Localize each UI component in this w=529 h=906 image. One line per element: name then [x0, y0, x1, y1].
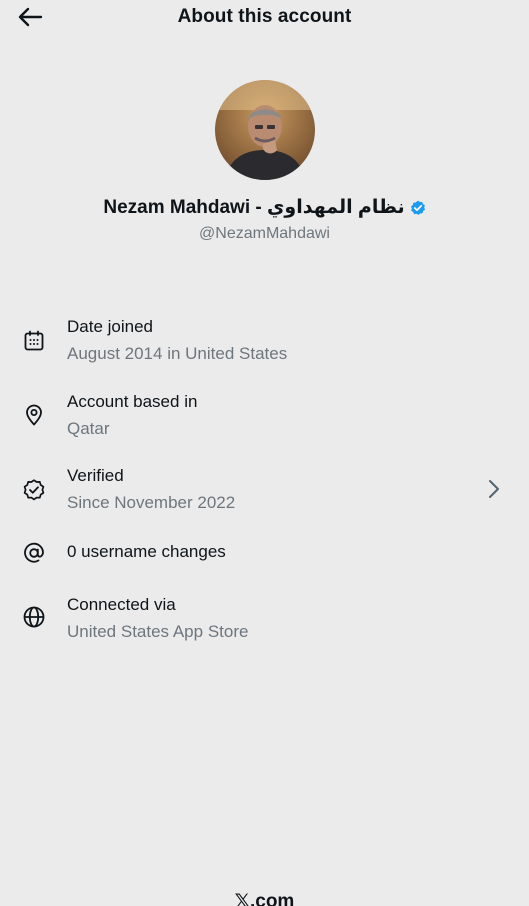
footer-brand: 𝕏.com — [234, 891, 295, 906]
info-row-account-based-in: Account based in Qatar — [0, 389, 529, 449]
location-pin-icon — [21, 402, 47, 428]
profile-avatar — [215, 80, 315, 180]
profile-name-row: Nezam Mahdawi - نظام المهداوي — [0, 196, 529, 219]
info-row-date-joined: Date joined August 2014 in United States — [0, 314, 529, 374]
verified-value: Since November 2022 — [67, 493, 236, 512]
info-row-verified[interactable]: Verified Since November 2022 — [0, 463, 529, 523]
page-title: About this account — [177, 6, 352, 27]
calendar-icon — [21, 328, 47, 354]
connected-via-value: United States App Store — [67, 622, 249, 641]
about-account-page: About this account Nezam Mahdawi - نظام … — [0, 0, 529, 906]
account-based-in-label: Account based in — [67, 392, 198, 411]
verified-badge-icon — [410, 200, 426, 216]
verified-label: Verified — [67, 466, 124, 485]
verified-check-icon — [21, 477, 47, 503]
info-row-connected-via: Connected via United States App Store — [0, 592, 529, 652]
connected-via-label: Connected via — [67, 595, 176, 614]
date-joined-value: August 2014 in United States — [67, 344, 288, 363]
info-row-username-changes: 0 username changes — [0, 539, 529, 599]
top-bar: About this account — [0, 0, 529, 36]
account-based-in-value: Qatar — [67, 419, 110, 438]
chevron-right-icon — [489, 480, 499, 498]
date-joined-label: Date joined — [67, 317, 154, 336]
at-sign-icon — [21, 540, 47, 566]
username-changes-label: 0 username changes — [67, 542, 226, 561]
globe-icon — [21, 604, 47, 630]
profile-handle: @NezamMahdawi — [199, 225, 330, 242]
profile-name: Nezam Mahdawi - نظام المهداوي — [103, 197, 405, 218]
